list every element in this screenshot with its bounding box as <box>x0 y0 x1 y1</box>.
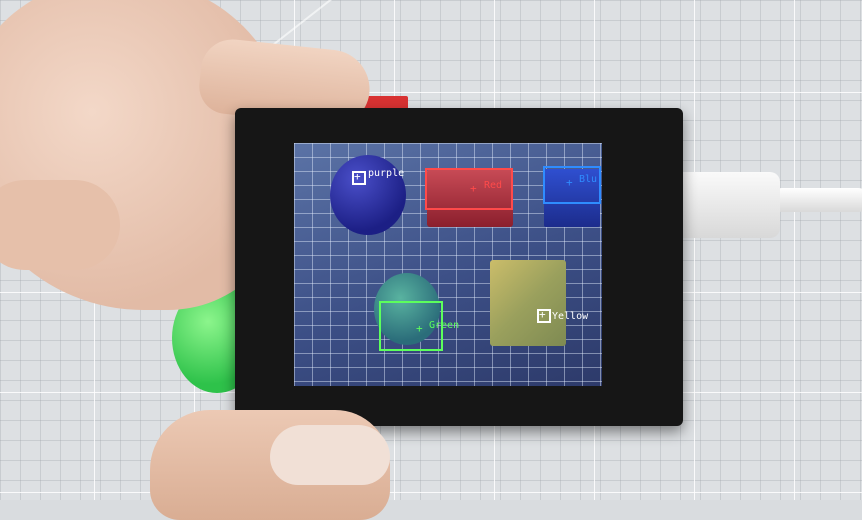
green-detection-label: Green <box>429 320 460 331</box>
green-cross-icon: + <box>416 322 423 335</box>
yellow-detection-label: Yellow <box>552 311 589 322</box>
red-cross-icon: + <box>470 182 477 195</box>
purple-cross-icon: + <box>354 170 361 183</box>
finger <box>0 180 120 270</box>
red-detection-label: Red <box>484 180 503 191</box>
yellow-cross-icon: + <box>539 308 546 321</box>
blue-cross-icon: + <box>566 176 573 189</box>
screen-purple-ball <box>330 155 406 235</box>
screen-yellow-block <box>490 260 566 346</box>
device-screen: + purple + Red + Blu + Green + Yellow <box>294 143 602 386</box>
purple-detection-label: purple <box>368 168 405 179</box>
blue-detection-label: Blu <box>579 174 598 185</box>
usb-plug <box>670 172 780 238</box>
thumbnail <box>270 425 390 485</box>
usb-cable <box>770 188 862 212</box>
